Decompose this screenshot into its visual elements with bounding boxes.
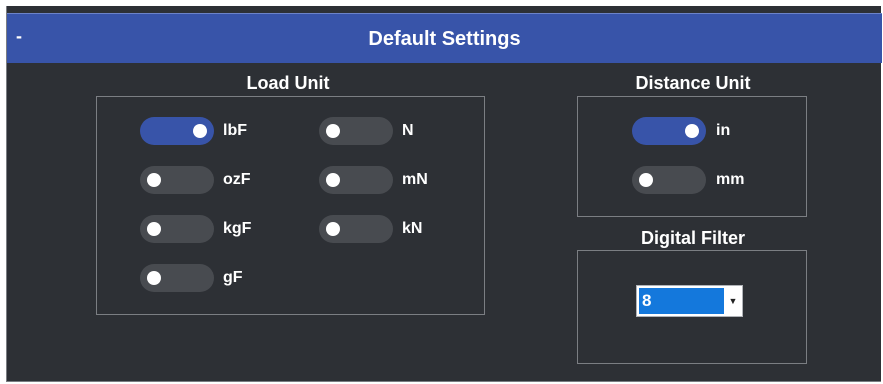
toggle-in[interactable] — [632, 117, 706, 145]
label-ozf: ozF — [223, 171, 251, 188]
toggle-kgf[interactable] — [140, 215, 214, 243]
toggle-knob — [147, 173, 161, 187]
label-kn: kN — [402, 220, 423, 237]
toggle-knob — [193, 124, 207, 138]
label-lbf: lbF — [223, 122, 247, 139]
label-mm: mm — [716, 171, 745, 188]
digital-filter-select[interactable]: 8 ▼ — [636, 285, 743, 317]
label-gf: gF — [223, 269, 243, 286]
toggle-knob — [639, 173, 653, 187]
toggle-kn[interactable] — [319, 215, 393, 243]
toggle-ozf[interactable] — [140, 166, 214, 194]
label-in: in — [716, 122, 731, 139]
load-unit-title: Load Unit — [246, 73, 330, 93]
digital-filter-value: 8 — [639, 288, 724, 314]
toggle-n[interactable] — [319, 117, 393, 145]
panel-header[interactable]: - Default Settings — [7, 13, 882, 63]
toggle-mm[interactable] — [632, 166, 706, 194]
distance-unit-title: Distance Unit — [635, 73, 751, 93]
label-mn: mN — [402, 171, 428, 188]
toggle-knob — [326, 124, 340, 138]
toggle-knob — [326, 173, 340, 187]
toggle-knob — [147, 222, 161, 236]
toggle-knob — [685, 124, 699, 138]
toggle-gf[interactable] — [140, 264, 214, 292]
chevron-down-icon[interactable]: ▼ — [724, 286, 742, 316]
label-n: N — [402, 122, 414, 139]
toggle-knob — [147, 271, 161, 285]
digital-filter-title: Digital Filter — [640, 228, 745, 248]
toggle-lbf[interactable] — [140, 117, 214, 145]
distance-unit-group — [577, 96, 807, 217]
panel-title: Default Settings — [368, 28, 521, 50]
toggle-knob — [326, 222, 340, 236]
toggle-mn[interactable] — [319, 166, 393, 194]
label-kgf: kgF — [223, 220, 252, 237]
